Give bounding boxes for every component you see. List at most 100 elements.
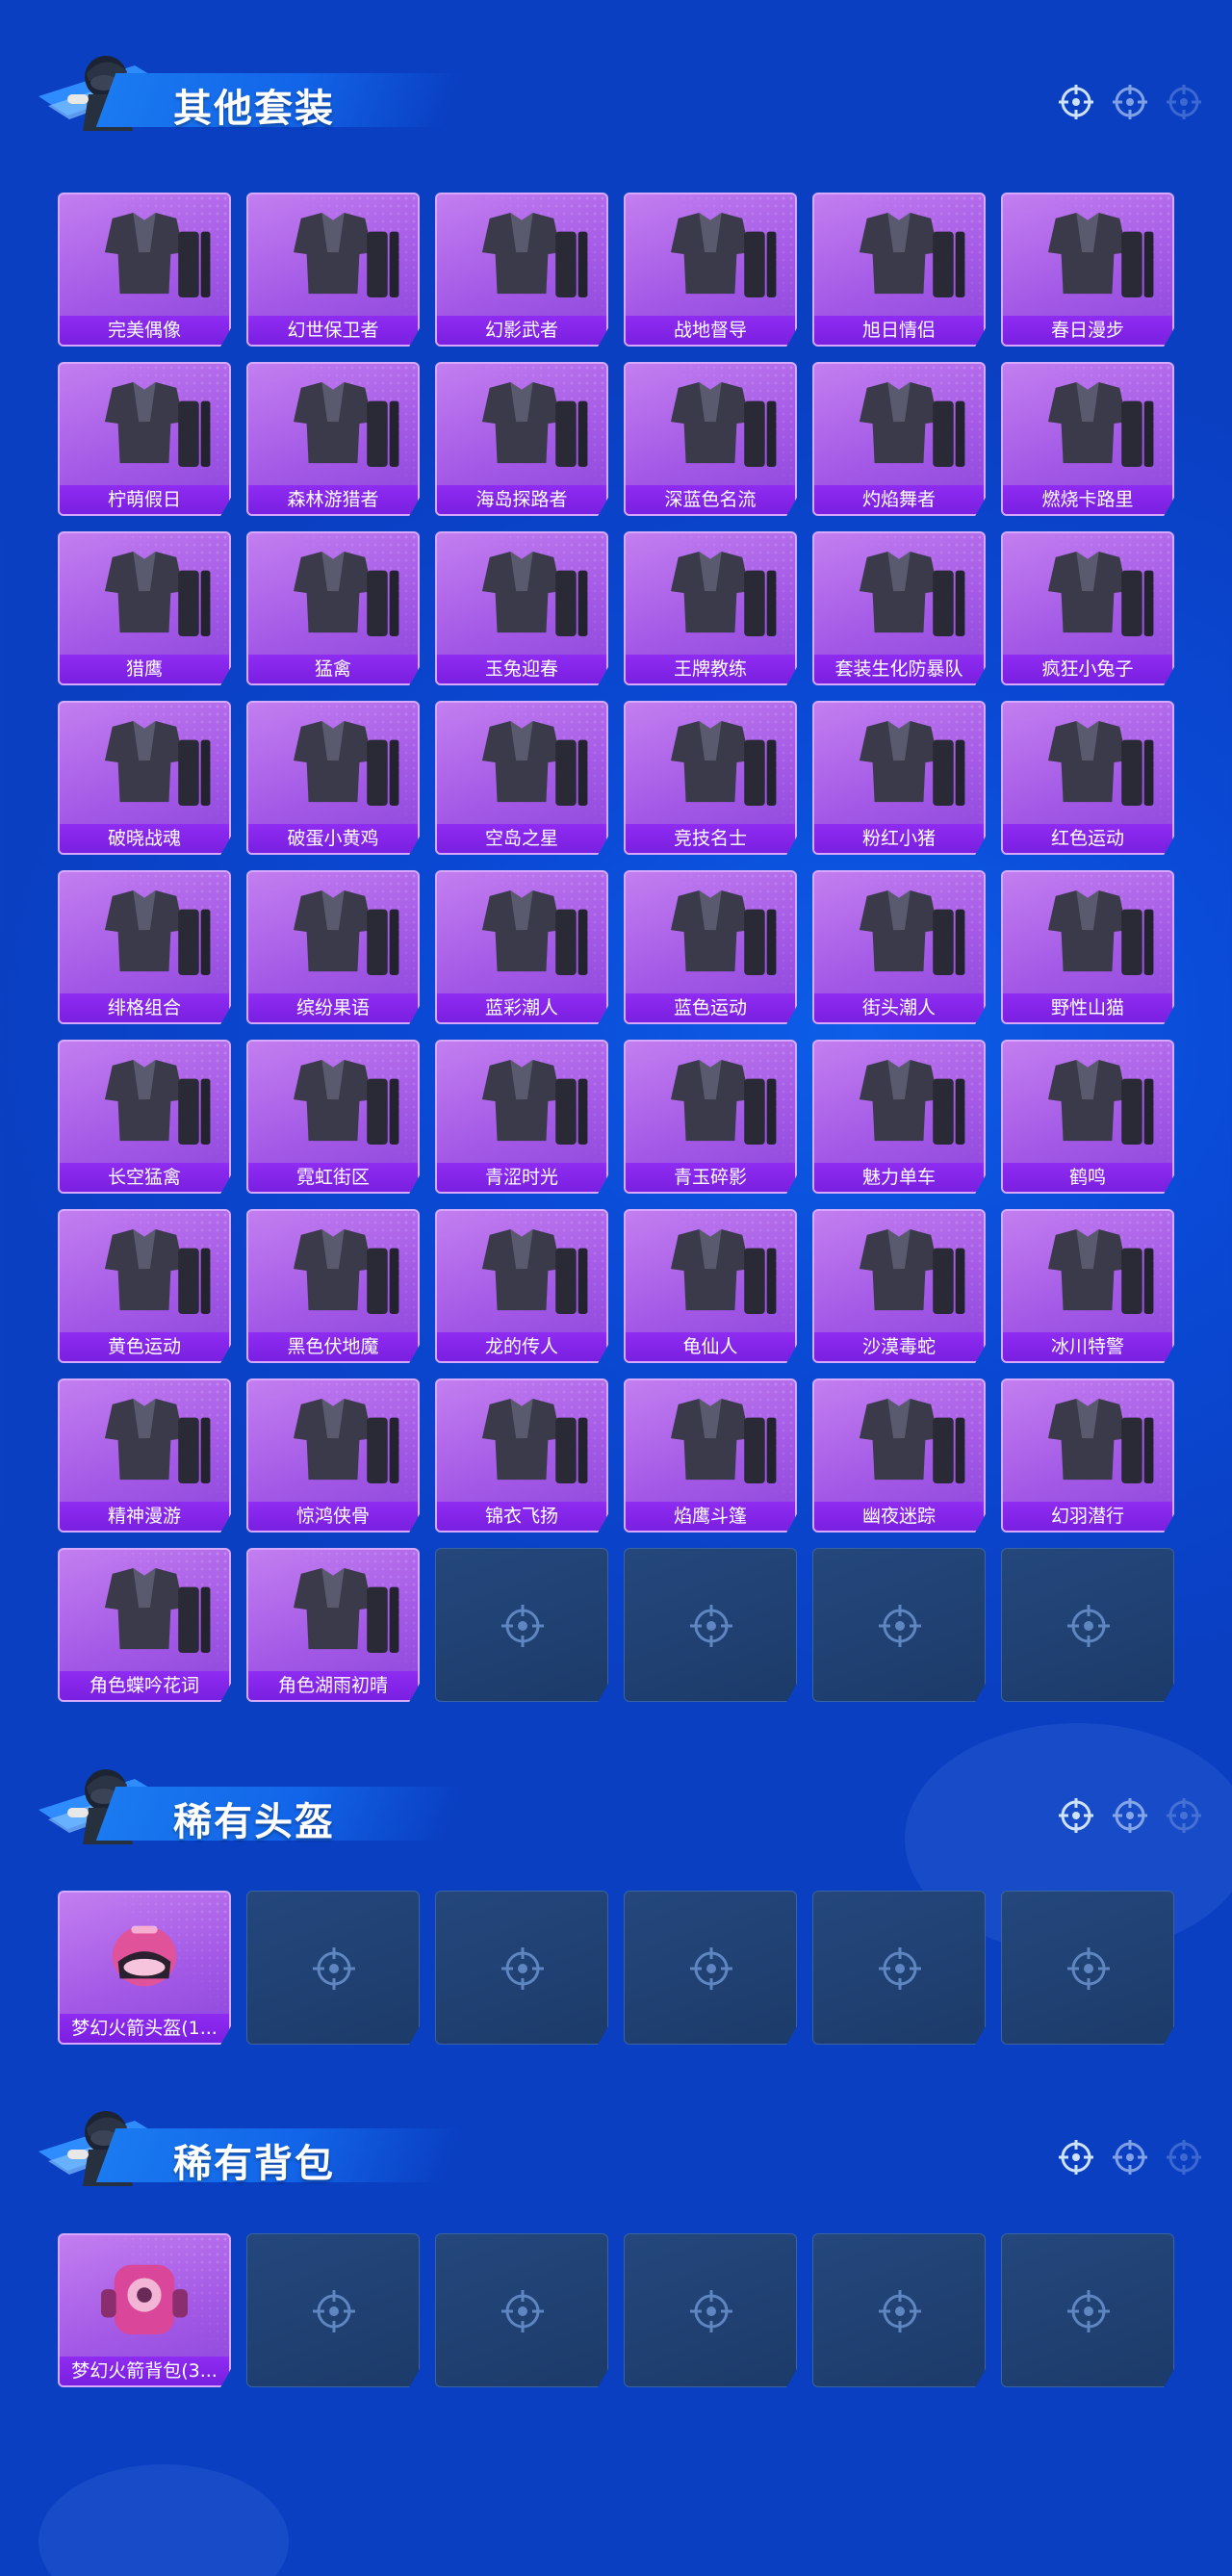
outfit-card[interactable]: 黑色伏地魔 <box>246 1209 420 1363</box>
outfit-card[interactable]: 青涩时光 <box>435 1040 608 1194</box>
outfit-card[interactable]: 焰鹰斗篷 <box>624 1378 797 1533</box>
outfit-card[interactable]: 完美偶像 <box>58 193 231 347</box>
outfit-icon <box>481 890 588 976</box>
outfit-card[interactable]: 惊鸿侠骨 <box>246 1378 420 1533</box>
outfit-card[interactable]: 破晓战魂 <box>58 701 231 855</box>
outfit-icon <box>293 890 399 976</box>
outfit-card[interactable]: 玉兔迎春 <box>435 531 608 685</box>
outfit-icon <box>293 1568 399 1654</box>
outfit-card[interactable]: 锦衣飞扬 <box>435 1378 608 1533</box>
crosshair-icon <box>1167 85 1201 119</box>
backpacks-section-header: 稀有背包 <box>29 2094 1203 2200</box>
outfit-card[interactable]: 旭日情侣 <box>812 193 986 347</box>
outfit-card[interactable]: 魅力单车 <box>812 1040 986 1194</box>
outfit-card[interactable]: 龟仙人 <box>624 1209 797 1363</box>
outfit-card[interactable]: 龙的传人 <box>435 1209 608 1363</box>
item-name-label: 龟仙人 <box>626 1332 795 1361</box>
item-name-label: 空岛之星 <box>437 824 606 853</box>
outfit-card[interactable]: 精神漫游 <box>58 1378 231 1533</box>
outfit-card[interactable]: 幻羽潜行 <box>1001 1378 1174 1533</box>
item-name-label: 竞技名士 <box>626 824 795 853</box>
outfit-card[interactable]: 冰川特警 <box>1001 1209 1174 1363</box>
outfit-card[interactable]: 街头潮人 <box>812 870 986 1024</box>
outfit-card[interactable]: 野性山猫 <box>1001 870 1174 1024</box>
crosshair-icon <box>1113 2140 1147 2175</box>
outfit-icon <box>104 1399 211 1484</box>
item-name-label: 黄色运动 <box>60 1332 229 1361</box>
outfit-card[interactable]: 春日漫步 <box>1001 193 1174 347</box>
item-name-label: 海岛探路者 <box>437 485 606 514</box>
outfit-icon <box>293 552 399 637</box>
outfit-icon <box>1047 552 1154 637</box>
outfit-card[interactable]: 黄色运动 <box>58 1209 231 1363</box>
item-name-label: 春日漫步 <box>1003 316 1172 345</box>
outfit-card[interactable]: 套装生化防暴队 <box>812 531 986 685</box>
empty-slot <box>1001 1891 1174 2045</box>
backpacks-section: 稀有背包 梦幻火箭背包(3... <box>0 2094 1232 2411</box>
outfit-card[interactable]: 青玉碎影 <box>624 1040 797 1194</box>
outfit-card[interactable]: 竞技名士 <box>624 701 797 855</box>
outfit-card[interactable]: 王牌教练 <box>624 531 797 685</box>
crosshair-icon <box>501 1605 544 1647</box>
outfit-card[interactable]: 蓝色运动 <box>624 870 797 1024</box>
outfit-icon <box>1047 1229 1154 1315</box>
helmet-card[interactable]: 梦幻火箭头盔(1... <box>58 1891 231 2045</box>
outfit-card[interactable]: 空岛之星 <box>435 701 608 855</box>
outfit-icon <box>481 1060 588 1146</box>
outfit-card[interactable]: 粉红小猪 <box>812 701 986 855</box>
item-name-label: 蓝色运动 <box>626 993 795 1022</box>
backpack-card[interactable]: 梦幻火箭背包(3... <box>58 2233 231 2387</box>
outfit-icon <box>293 1060 399 1146</box>
outfit-card[interactable]: 战地督导 <box>624 193 797 347</box>
outfit-card[interactable]: 角色蝶吟花词 <box>58 1548 231 1702</box>
outfit-card[interactable]: 绯格组合 <box>58 870 231 1024</box>
outfit-icon <box>1047 721 1154 807</box>
outfit-card[interactable]: 长空猛禽 <box>58 1040 231 1194</box>
outfit-card[interactable]: 海岛探路者 <box>435 362 608 516</box>
item-name-label: 猎鹰 <box>60 655 229 683</box>
outfit-card[interactable]: 燃烧卡路里 <box>1001 362 1174 516</box>
outfit-card[interactable]: 猎鹰 <box>58 531 231 685</box>
item-name-label: 破蛋小黄鸡 <box>248 824 418 853</box>
outfit-icon <box>670 213 777 298</box>
empty-slot <box>812 1548 986 1702</box>
outfit-card[interactable]: 猛禽 <box>246 531 420 685</box>
outfit-card[interactable]: 森林游猎者 <box>246 362 420 516</box>
outfit-card[interactable]: 幽夜迷踪 <box>812 1378 986 1533</box>
outfit-icon <box>670 552 777 637</box>
crosshair-icon <box>1113 1798 1147 1833</box>
item-name-label: 燃烧卡路里 <box>1003 485 1172 514</box>
outfit-card[interactable]: 霓虹街区 <box>246 1040 420 1194</box>
outfit-icon <box>859 890 965 976</box>
outfit-card[interactable]: 幻世保卫者 <box>246 193 420 347</box>
outfit-card[interactable]: 红色运动 <box>1001 701 1174 855</box>
item-name-label: 森林游猎者 <box>248 485 418 514</box>
outfit-card[interactable]: 深蓝色名流 <box>624 362 797 516</box>
outfit-icon <box>670 382 777 468</box>
outfit-icon <box>859 213 965 298</box>
item-name-label: 魅力单车 <box>814 1163 984 1192</box>
outfit-card[interactable]: 缤纷果语 <box>246 870 420 1024</box>
outfit-card[interactable]: 疯狂小兔子 <box>1001 531 1174 685</box>
outfit-icon <box>293 382 399 468</box>
outfit-card[interactable]: 灼焰舞者 <box>812 362 986 516</box>
outfit-icon <box>481 1399 588 1484</box>
outfit-card[interactable]: 沙漠毒蛇 <box>812 1209 986 1363</box>
outfit-card[interactable]: 角色湖雨初晴 <box>246 1548 420 1702</box>
outfit-icon <box>670 1229 777 1315</box>
item-name-label: 幻影武者 <box>437 316 606 345</box>
item-name-label: 红色运动 <box>1003 824 1172 853</box>
outfit-card[interactable]: 鹤鸣 <box>1001 1040 1174 1194</box>
item-name-label: 焰鹰斗篷 <box>626 1502 795 1531</box>
item-name-label: 深蓝色名流 <box>626 485 795 514</box>
item-name-label: 疯狂小兔子 <box>1003 655 1172 683</box>
item-name-label: 粉红小猪 <box>814 824 984 853</box>
outfit-card[interactable]: 破蛋小黄鸡 <box>246 701 420 855</box>
empty-slot <box>435 2233 608 2387</box>
item-name-label: 街头潮人 <box>814 993 984 1022</box>
outfit-card[interactable]: 蓝彩潮人 <box>435 870 608 1024</box>
outfit-card[interactable]: 柠萌假日 <box>58 362 231 516</box>
crosshair-icon <box>690 1605 732 1647</box>
outfits-section-header: 其他套装 <box>29 39 1203 144</box>
outfit-card[interactable]: 幻影武者 <box>435 193 608 347</box>
